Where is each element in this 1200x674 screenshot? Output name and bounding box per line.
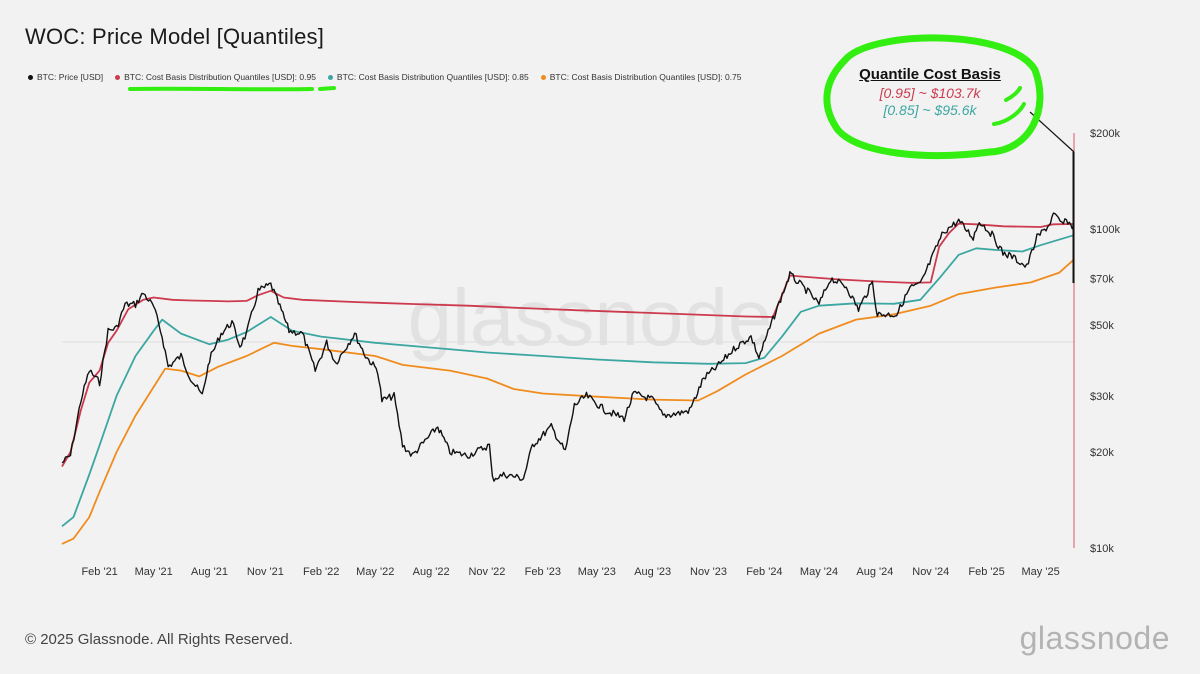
x-tick-label: Feb '25 [968,566,1004,578]
x-tick-label: Aug '23 [634,566,671,578]
y-tick-label: $50k [1090,320,1114,332]
annotation-q95: [0.95] ~ $103.7k [879,85,981,101]
chart-canvas: glassnode $10k $20k $30k $50k $70k $100k $200k… [61,34,1120,578]
x-tick-label: May '21 [135,566,173,578]
x-tick-label: Feb '23 [525,566,561,578]
y-tick-label: $20k [1090,447,1114,459]
x-tick-label: Feb '24 [746,566,782,578]
x-tick-label: May '22 [356,566,394,578]
x-tick-label: Aug '24 [856,566,893,578]
y-tick-label: $30k [1090,391,1114,403]
y-axis: $10k $20k $30k $50k $70k $100k $200k [1090,128,1120,555]
x-tick-label: Feb '22 [303,566,339,578]
highlight-underline-value [318,86,336,91]
highlight-underline-legend [128,86,314,92]
quantile-annotation: Quantile Cost Basis [0.95] ~ $103.7k [0.… [840,66,1020,118]
x-tick-label: Aug '21 [191,566,228,578]
x-tick-label: Feb '21 [81,566,117,578]
y-tick-label: $70k [1090,273,1114,285]
copyright-footer: © 2025 Glassnode. All Rights Reserved. [25,631,293,648]
x-tick-label: Nov '24 [912,566,949,578]
chart-watermark: glassnode [408,273,773,362]
y-tick-label: $100k [1090,224,1120,236]
x-tick-label: Aug '22 [413,566,450,578]
brand-logo: glassnode [1019,620,1170,656]
annotation-q85: [0.85] ~ $95.6k [883,102,977,118]
y-tick-label: $10k [1090,543,1114,555]
x-tick-label: May '25 [1022,566,1060,578]
annotation-title: Quantile Cost Basis [859,66,1001,83]
x-tick-label: Nov '22 [468,566,505,578]
x-tick-label: May '24 [800,566,838,578]
x-axis: Feb '21 May '21 Aug '21 Nov '21 Feb '22 May '… [81,566,1059,578]
x-tick-label: May '23 [578,566,616,578]
y-tick-label: $200k [1090,128,1120,140]
x-tick-label: Nov '21 [247,566,284,578]
x-tick-label: Nov '23 [690,566,727,578]
